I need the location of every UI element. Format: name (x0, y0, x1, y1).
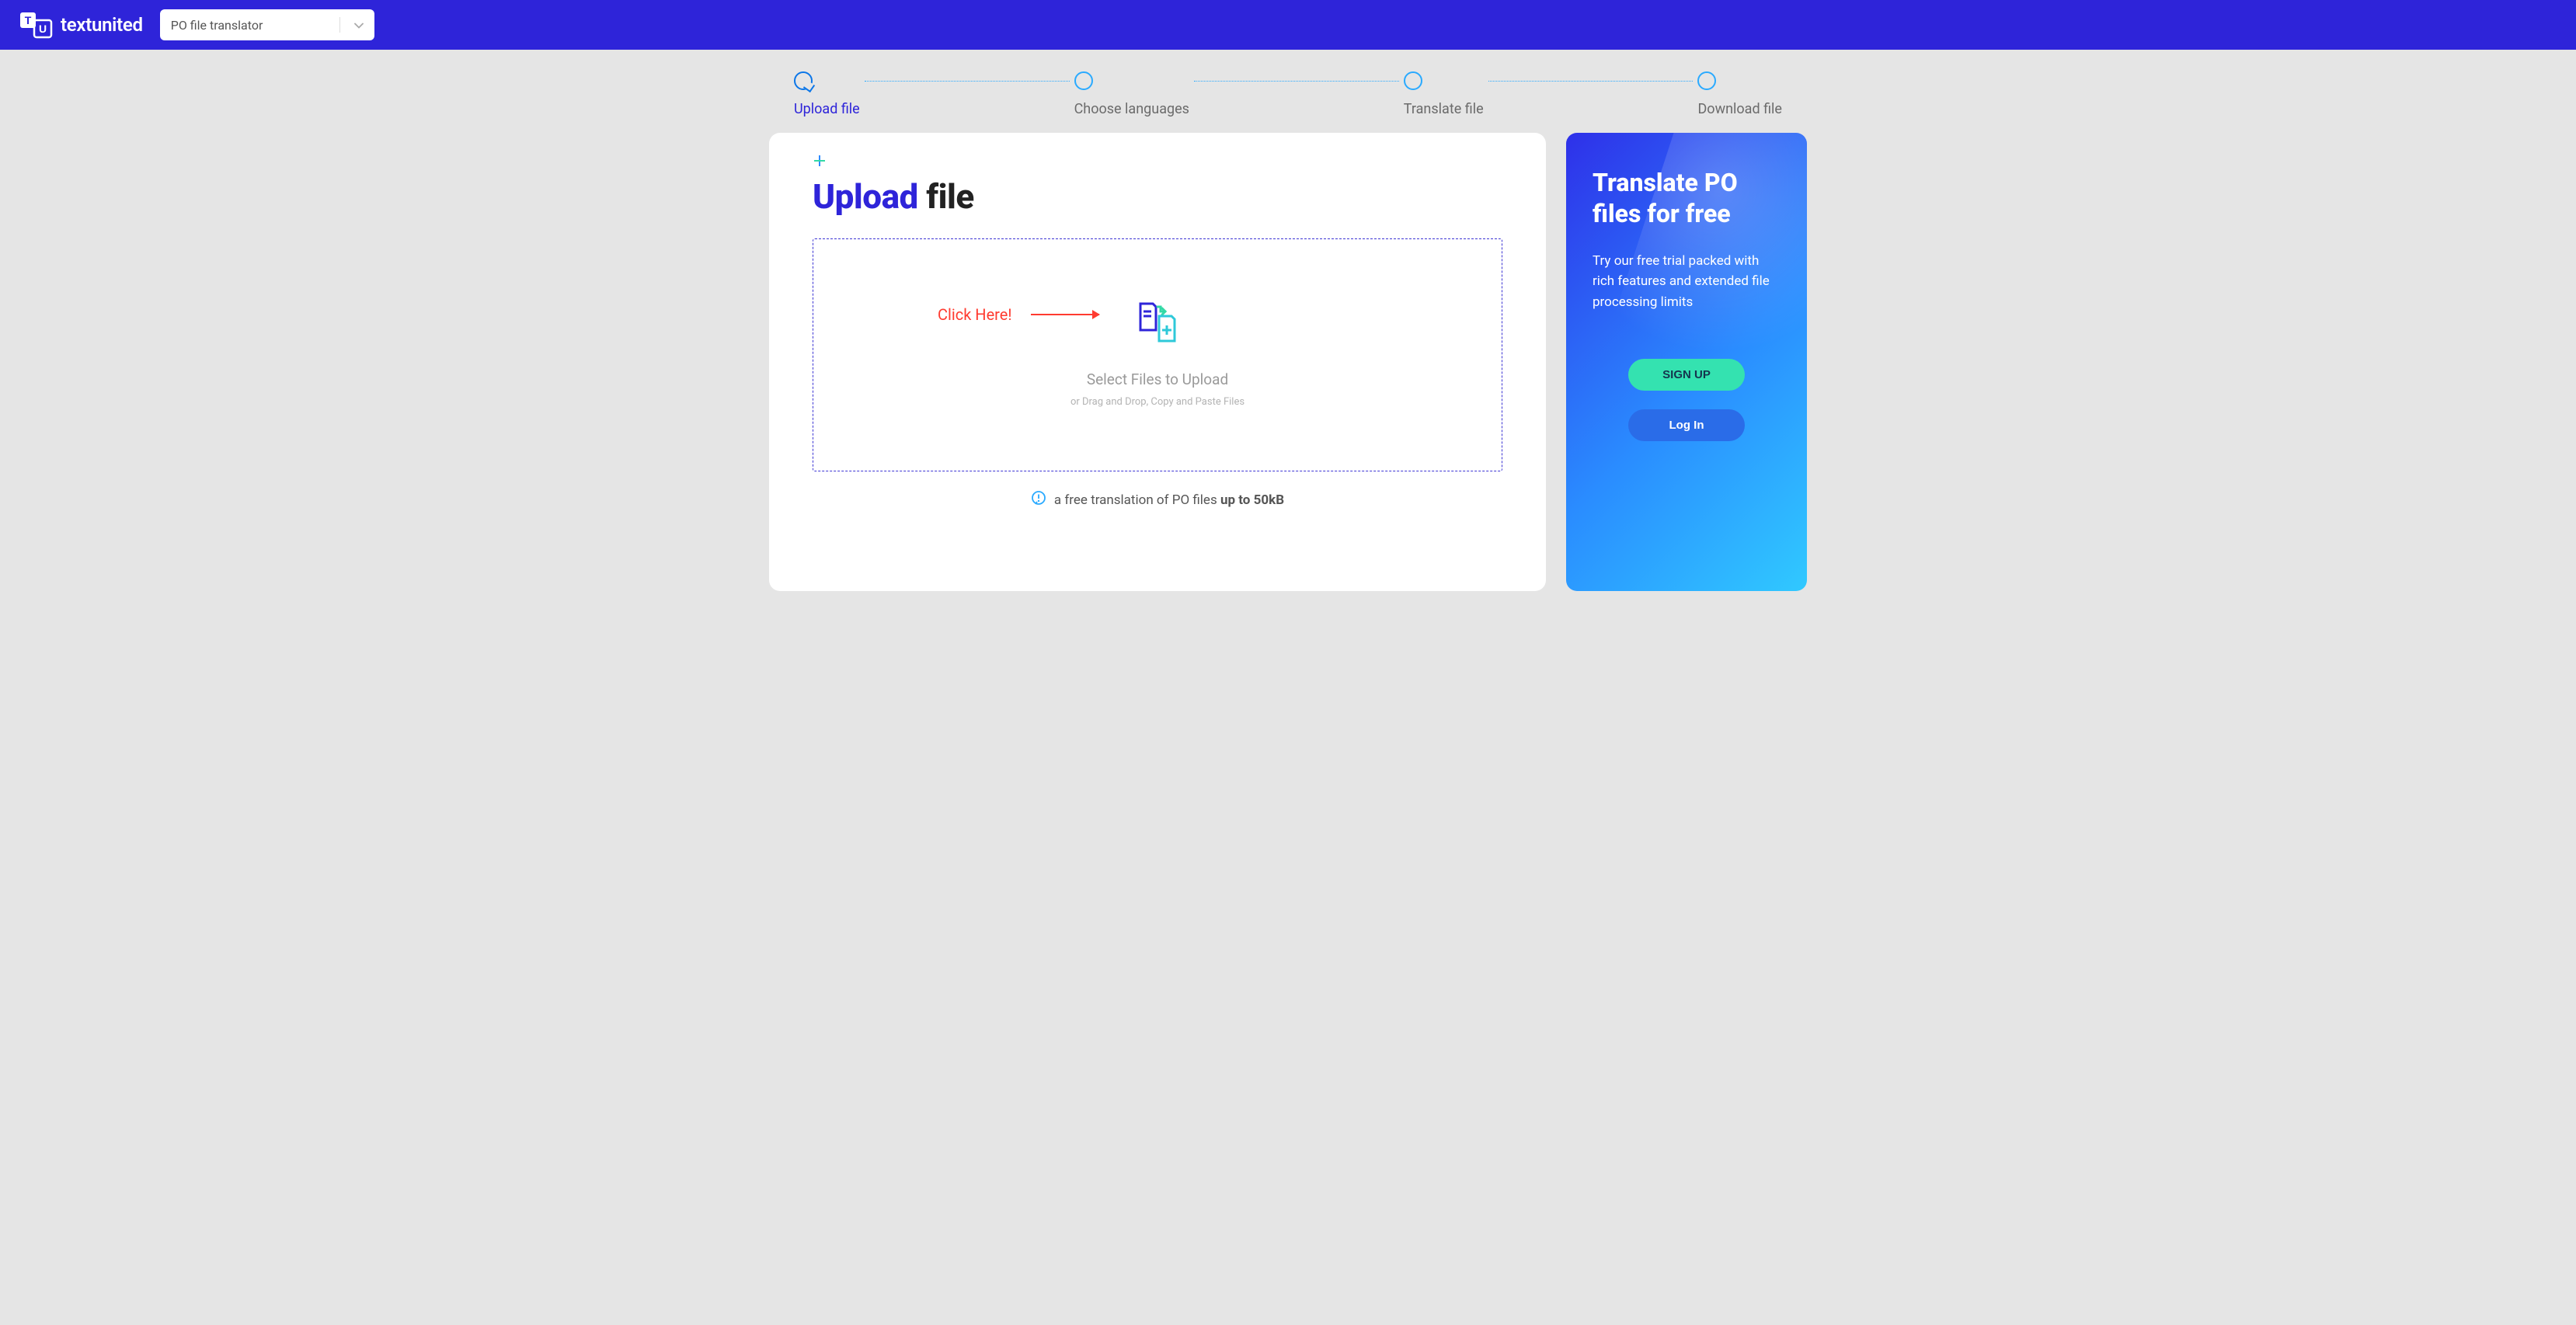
step-circle-icon (794, 71, 813, 90)
step-connector (1488, 81, 1694, 82)
dropzone-main-text: Select Files to Upload (1087, 370, 1228, 388)
step-label: Translate file (1404, 101, 1484, 117)
step-upload-file[interactable]: Upload file (794, 71, 860, 117)
selector-value: PO file translator (171, 18, 263, 33)
promo-panel: Translate PO files for free Try our free… (1566, 133, 1807, 591)
step-connector (865, 81, 1070, 82)
step-label: Download file (1697, 101, 1782, 117)
file-limit-footnote: a free translation of PO files up to 50k… (813, 490, 1502, 509)
step-circle-icon (1404, 71, 1422, 90)
upload-files-icon (1136, 302, 1179, 347)
dropzone-sub-text: or Drag and Drop, Copy and Paste Files (1070, 396, 1244, 408)
svg-text:U: U (39, 23, 47, 35)
step-label: Choose languages (1074, 101, 1189, 117)
chevron-down-icon (354, 18, 364, 33)
app-header: T U textunited PO file translator (0, 0, 2576, 50)
login-button[interactable]: Log In (1628, 409, 1745, 441)
textunited-logo-icon: T U (19, 11, 53, 39)
promo-body: Try our free trial packed with rich feat… (1593, 251, 1781, 312)
step-translate-file[interactable]: Translate file (1404, 71, 1484, 117)
step-circle-icon (1697, 71, 1716, 90)
info-bubble-icon (1031, 490, 1046, 509)
file-dropzone[interactable]: Click Here! Select Files to Upload (813, 238, 1502, 471)
step-connector (1194, 81, 1399, 82)
progress-steps: Upload file Choose languages Translate f… (769, 50, 1807, 125)
step-circle-icon (1074, 71, 1093, 90)
title-highlight: Upload (813, 176, 918, 217)
file-type-selector[interactable]: PO file translator (160, 9, 374, 40)
upload-card: Upload file Click Here! (769, 133, 1546, 591)
step-download-file[interactable]: Download file (1697, 71, 1782, 117)
step-label: Upload file (794, 101, 860, 117)
footnote-strong: up to 50kB (1220, 492, 1284, 508)
title-rest: file (918, 176, 974, 217)
plus-decoration-icon (814, 155, 825, 169)
footnote-text: a free translation of PO files (1054, 492, 1220, 508)
signup-button[interactable]: SIGN UP (1628, 359, 1745, 391)
brand-name: textunited (61, 14, 143, 36)
svg-text:T: T (25, 14, 32, 26)
promo-heading: Translate PO files for free (1593, 167, 1781, 229)
arrow-annotation-icon (1031, 314, 1099, 315)
brand-logo[interactable]: T U textunited (19, 11, 143, 39)
step-choose-languages[interactable]: Choose languages (1074, 71, 1189, 117)
page-title: Upload file (813, 176, 1502, 217)
click-here-annotation: Click Here! (938, 305, 1012, 324)
